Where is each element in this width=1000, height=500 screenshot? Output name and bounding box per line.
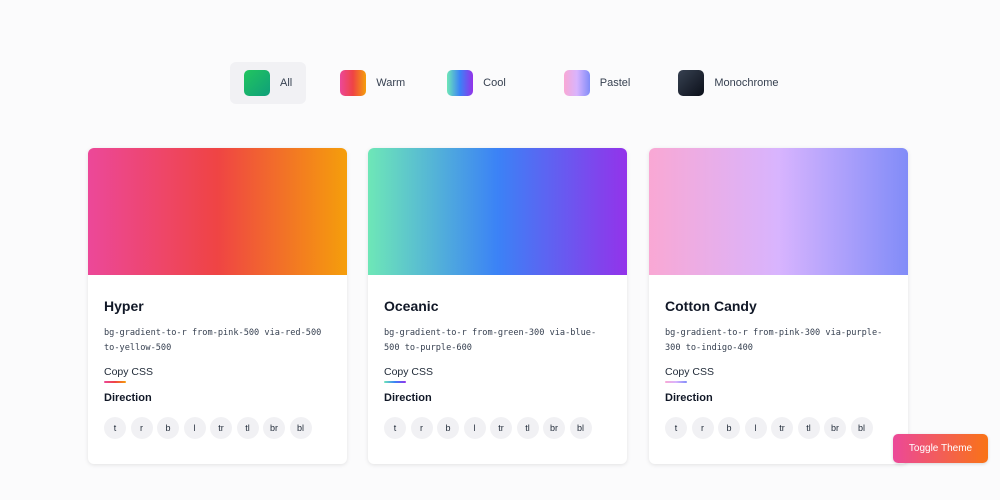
direction-button-tl[interactable]: tl xyxy=(797,417,820,439)
gradient-preview xyxy=(368,148,627,275)
filter-warm[interactable]: Warm xyxy=(326,62,419,104)
direction-button-l[interactable]: l xyxy=(744,417,767,439)
toggle-theme-button[interactable]: Toggle Theme xyxy=(893,434,988,463)
direction-buttons: t r b l tr tl br bl xyxy=(665,417,892,439)
direction-buttons: t r b l tr tl br bl xyxy=(384,417,611,439)
direction-button-br[interactable]: br xyxy=(824,417,846,439)
direction-button-t[interactable]: t xyxy=(384,417,406,439)
warm-swatch-icon xyxy=(340,70,367,96)
direction-button-l[interactable]: l xyxy=(183,417,206,439)
copy-css-button[interactable]: Copy CSS xyxy=(384,366,433,378)
filter-label: Cool xyxy=(483,77,506,89)
direction-button-r[interactable]: r xyxy=(130,417,153,439)
direction-button-bl[interactable]: bl xyxy=(289,417,312,439)
tailwind-classes: bg-gradient-to-r from-pink-300 via-purpl… xyxy=(665,328,883,353)
filter-label: Pastel xyxy=(599,77,631,89)
direction-button-tl[interactable]: tl xyxy=(516,417,539,439)
gradient-filter-bar: All Warm Cool Pastel Monochrome xyxy=(230,62,801,104)
direction-button-b[interactable]: b xyxy=(157,417,179,439)
direction-button-r[interactable]: r xyxy=(691,417,714,439)
monochrome-swatch-icon xyxy=(678,70,705,96)
copy-css-button[interactable]: Copy CSS xyxy=(665,366,714,378)
card-title: Oceanic xyxy=(384,298,439,314)
copy-css-underline xyxy=(384,381,406,383)
direction-button-b[interactable]: b xyxy=(437,417,459,439)
direction-button-l[interactable]: l xyxy=(463,417,486,439)
filter-cool[interactable]: Cool xyxy=(433,62,520,104)
pastel-swatch-icon xyxy=(563,70,590,96)
gradient-card-cotton-candy: Cotton Candy bg-gradient-to-r from-pink-… xyxy=(649,148,908,464)
direction-button-tr[interactable]: tr xyxy=(771,417,793,439)
direction-heading: Direction xyxy=(104,392,152,404)
gradient-card-oceanic: Oceanic bg-gradient-to-r from-green-300 … xyxy=(368,148,627,464)
filter-label: Monochrome xyxy=(714,77,779,89)
direction-button-bl[interactable]: bl xyxy=(569,417,592,439)
all-swatch-icon xyxy=(244,70,270,96)
direction-button-bl[interactable]: bl xyxy=(850,417,873,439)
copy-css-button[interactable]: Copy CSS xyxy=(104,366,153,378)
direction-button-t[interactable]: t xyxy=(104,417,126,439)
direction-button-r[interactable]: r xyxy=(410,417,433,439)
tailwind-classes: bg-gradient-to-r from-green-300 via-blue… xyxy=(384,328,597,353)
filter-label: Warm xyxy=(376,77,406,89)
filter-all[interactable]: All xyxy=(230,62,307,104)
copy-css-underline xyxy=(665,381,687,383)
filter-monochrome[interactable]: Monochrome xyxy=(664,62,792,104)
gradient-card-hyper: Hyper bg-gradient-to-r from-pink-500 via… xyxy=(88,148,347,464)
card-title: Hyper xyxy=(104,298,144,314)
direction-button-b[interactable]: b xyxy=(718,417,740,439)
filter-label: All xyxy=(280,77,293,89)
tailwind-classes: bg-gradient-to-r from-pink-500 via-red-5… xyxy=(104,328,322,353)
card-title: Cotton Candy xyxy=(665,298,757,314)
direction-button-tr[interactable]: tr xyxy=(490,417,512,439)
direction-heading: Direction xyxy=(665,392,713,404)
cool-swatch-icon xyxy=(447,70,474,96)
direction-button-tl[interactable]: tl xyxy=(236,417,259,439)
direction-buttons: t r b l tr tl br bl xyxy=(104,417,331,439)
gradient-preview xyxy=(649,148,908,275)
copy-css-underline xyxy=(104,381,126,383)
direction-heading: Direction xyxy=(384,392,432,404)
direction-button-br[interactable]: br xyxy=(543,417,565,439)
direction-button-t[interactable]: t xyxy=(665,417,687,439)
direction-button-br[interactable]: br xyxy=(263,417,285,439)
gradient-preview xyxy=(88,148,347,275)
direction-button-tr[interactable]: tr xyxy=(210,417,232,439)
filter-pastel[interactable]: Pastel xyxy=(550,62,645,104)
